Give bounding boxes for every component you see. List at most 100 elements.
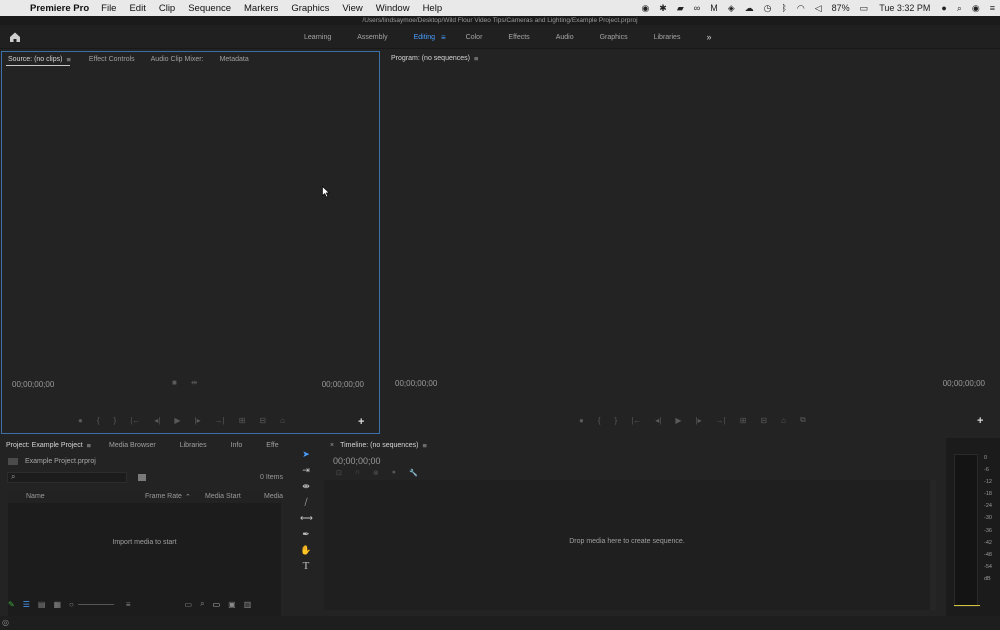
workspace-tab-color[interactable]: Color (466, 34, 483, 41)
record-icon[interactable]: ◉ (641, 3, 649, 14)
menu-window[interactable]: Window (376, 3, 410, 14)
write-lock-icon[interactable]: ✎ (8, 600, 15, 609)
mark-in-icon[interactable]: { (97, 416, 100, 425)
workspace-tab-editing[interactable]: Editing (414, 34, 435, 41)
vertical-scrollbar[interactable] (930, 480, 936, 610)
new-bin-icon[interactable] (138, 474, 146, 481)
tab-audio-clip-mixer[interactable]: Audio Clip Mixer: (151, 56, 204, 63)
panel-menu-icon[interactable]: ≡ (474, 54, 478, 63)
menu-view[interactable]: View (342, 3, 362, 14)
freeform-view-icon[interactable]: ▦ (53, 600, 61, 609)
add-marker-icon[interactable]: ● (392, 469, 396, 477)
tab-media-browser[interactable]: Media Browser (109, 442, 156, 449)
selection-tool-icon[interactable]: ➤ (300, 448, 312, 460)
tab-metadata[interactable]: Metadata (220, 56, 249, 63)
program-timecode-current[interactable]: 00;00;00;00 (395, 379, 437, 388)
workspace-tab-graphics[interactable]: Graphics (600, 34, 628, 41)
menu-sequence[interactable]: Sequence (188, 3, 231, 14)
tab-timeline[interactable]: Timeline: (no sequences) (340, 442, 418, 449)
add-marker-icon[interactable]: ● (78, 416, 83, 425)
panel-menu-icon[interactable]: ≡ (87, 441, 91, 450)
tab-libraries[interactable]: Libraries (180, 442, 207, 449)
go-to-in-icon[interactable]: |← (130, 416, 140, 425)
tab-program[interactable]: Program: (no sequences) (391, 55, 470, 62)
battery-icon[interactable]: ▭ (860, 3, 869, 14)
time-machine-icon[interactable]: ◷ (764, 3, 772, 14)
menu-graphics[interactable]: Graphics (291, 3, 329, 14)
find-icon[interactable]: ⌕ (200, 599, 204, 609)
close-icon[interactable]: × (330, 442, 334, 449)
tab-effect-controls[interactable]: Effect Controls (89, 56, 135, 63)
comparison-view-icon[interactable]: ⧉ (800, 415, 806, 425)
step-forward-icon[interactable]: |▸ (696, 416, 702, 425)
clear-icon[interactable]: ▥ (244, 600, 252, 609)
automate-to-sequence-icon[interactable]: ▭ (185, 600, 193, 609)
menu-markers[interactable]: Markers (244, 3, 278, 14)
sync-icon[interactable]: ◈ (728, 3, 735, 14)
play-icon[interactable]: ▶ (675, 416, 681, 425)
source-timecode-current[interactable]: 00;00;00;00 (12, 380, 54, 389)
mark-out-icon[interactable]: } (114, 416, 117, 425)
overwrite-icon[interactable]: ⊟ (259, 416, 266, 425)
column-media[interactable]: Media (264, 493, 283, 500)
lift-icon[interactable]: ⊞ (740, 416, 747, 425)
extract-icon[interactable]: ⊟ (760, 416, 767, 425)
track-select-tool-icon[interactable]: ⇥ (300, 464, 312, 476)
new-bin-icon[interactable]: ▭ (213, 600, 221, 609)
linked-selection-icon[interactable]: ⊗ (373, 469, 379, 477)
render-status-icon[interactable]: ◎ (2, 618, 9, 627)
mail-icon[interactable]: M (710, 3, 718, 13)
notification-center-icon[interactable]: ≡ (990, 3, 995, 13)
insert-icon[interactable]: ⊞ (239, 416, 246, 425)
timeline-timecode[interactable]: 00;00;00;00 (333, 456, 381, 466)
pen-tool-icon[interactable]: ✒ (300, 528, 312, 540)
zoom-slider-icon[interactable]: ○ (69, 600, 74, 609)
nest-icon[interactable]: ⊡ (336, 469, 342, 477)
project-search-input[interactable]: ⌕ (7, 472, 127, 483)
tab-info[interactable]: Info (231, 442, 243, 449)
new-item-icon[interactable]: ▣ (228, 600, 236, 609)
go-to-out-icon[interactable]: →| (215, 416, 225, 425)
list-view-icon[interactable]: ☰ (23, 600, 30, 609)
cloud-icon[interactable]: ☁ (745, 3, 754, 14)
add-marker-icon[interactable]: ● (579, 416, 584, 425)
step-back-icon[interactable]: ◂| (154, 416, 160, 425)
workspace-overflow-icon[interactable]: » (706, 32, 711, 42)
snap-icon[interactable]: ∩ (355, 469, 360, 477)
message-icon[interactable]: ▰ (677, 3, 684, 14)
sort-icon[interactable]: ≡ (126, 600, 131, 609)
timeline-track-area[interactable]: Drop media here to create sequence. (324, 480, 930, 610)
menu-help[interactable]: Help (423, 3, 443, 14)
creative-cloud-icon[interactable]: ∞ (694, 3, 700, 13)
zoom-slider-track[interactable] (77, 603, 114, 605)
battery-percent[interactable]: 87% (832, 3, 850, 13)
button-editor-plus-icon[interactable]: + (977, 415, 983, 427)
workspace-menu-icon[interactable]: ≡ (441, 33, 446, 42)
mark-out-icon[interactable]: } (615, 416, 618, 425)
siri-icon[interactable]: ◉ (972, 3, 980, 14)
workspace-tab-effects[interactable]: Effects (508, 34, 529, 41)
drag-video-icon[interactable]: ■ (172, 378, 177, 387)
program-monitor-panel[interactable]: Program: (no sequences) ≡ 00;00;00;00 00… (385, 51, 1000, 434)
slip-tool-icon[interactable]: ⟷ (300, 512, 313, 524)
menu-file[interactable]: File (101, 3, 116, 14)
workspace-tab-assembly[interactable]: Assembly (357, 34, 387, 41)
menu-clip[interactable]: Clip (159, 3, 175, 14)
project-panel[interactable]: Project: Example Project ≡ Media Browser… (0, 438, 297, 624)
hand-tool-icon[interactable]: ✋ (300, 544, 312, 556)
type-tool-icon[interactable]: T (300, 560, 312, 572)
play-icon[interactable]: ▶ (174, 416, 180, 425)
spotlight-search-icon[interactable]: ⌕ (957, 3, 962, 14)
export-frame-icon[interactable]: ⌂ (280, 416, 285, 425)
column-frame-rate[interactable]: Frame Rate (145, 493, 182, 500)
clock[interactable]: Tue 3:32 PM (879, 3, 930, 13)
column-name[interactable]: Name (26, 493, 45, 500)
step-back-icon[interactable]: ◂| (655, 416, 661, 425)
go-to-in-icon[interactable]: |← (631, 416, 641, 425)
ripple-edit-tool-icon[interactable]: ⇼ (300, 480, 312, 492)
razor-tool-icon[interactable]: ⧸ (300, 496, 312, 508)
panel-menu-icon[interactable]: ≡ (66, 55, 70, 64)
go-to-out-icon[interactable]: →| (716, 416, 726, 425)
tab-project[interactable]: Project: Example Project (6, 442, 83, 449)
menu-app-name[interactable]: Premiere Pro (30, 3, 89, 14)
